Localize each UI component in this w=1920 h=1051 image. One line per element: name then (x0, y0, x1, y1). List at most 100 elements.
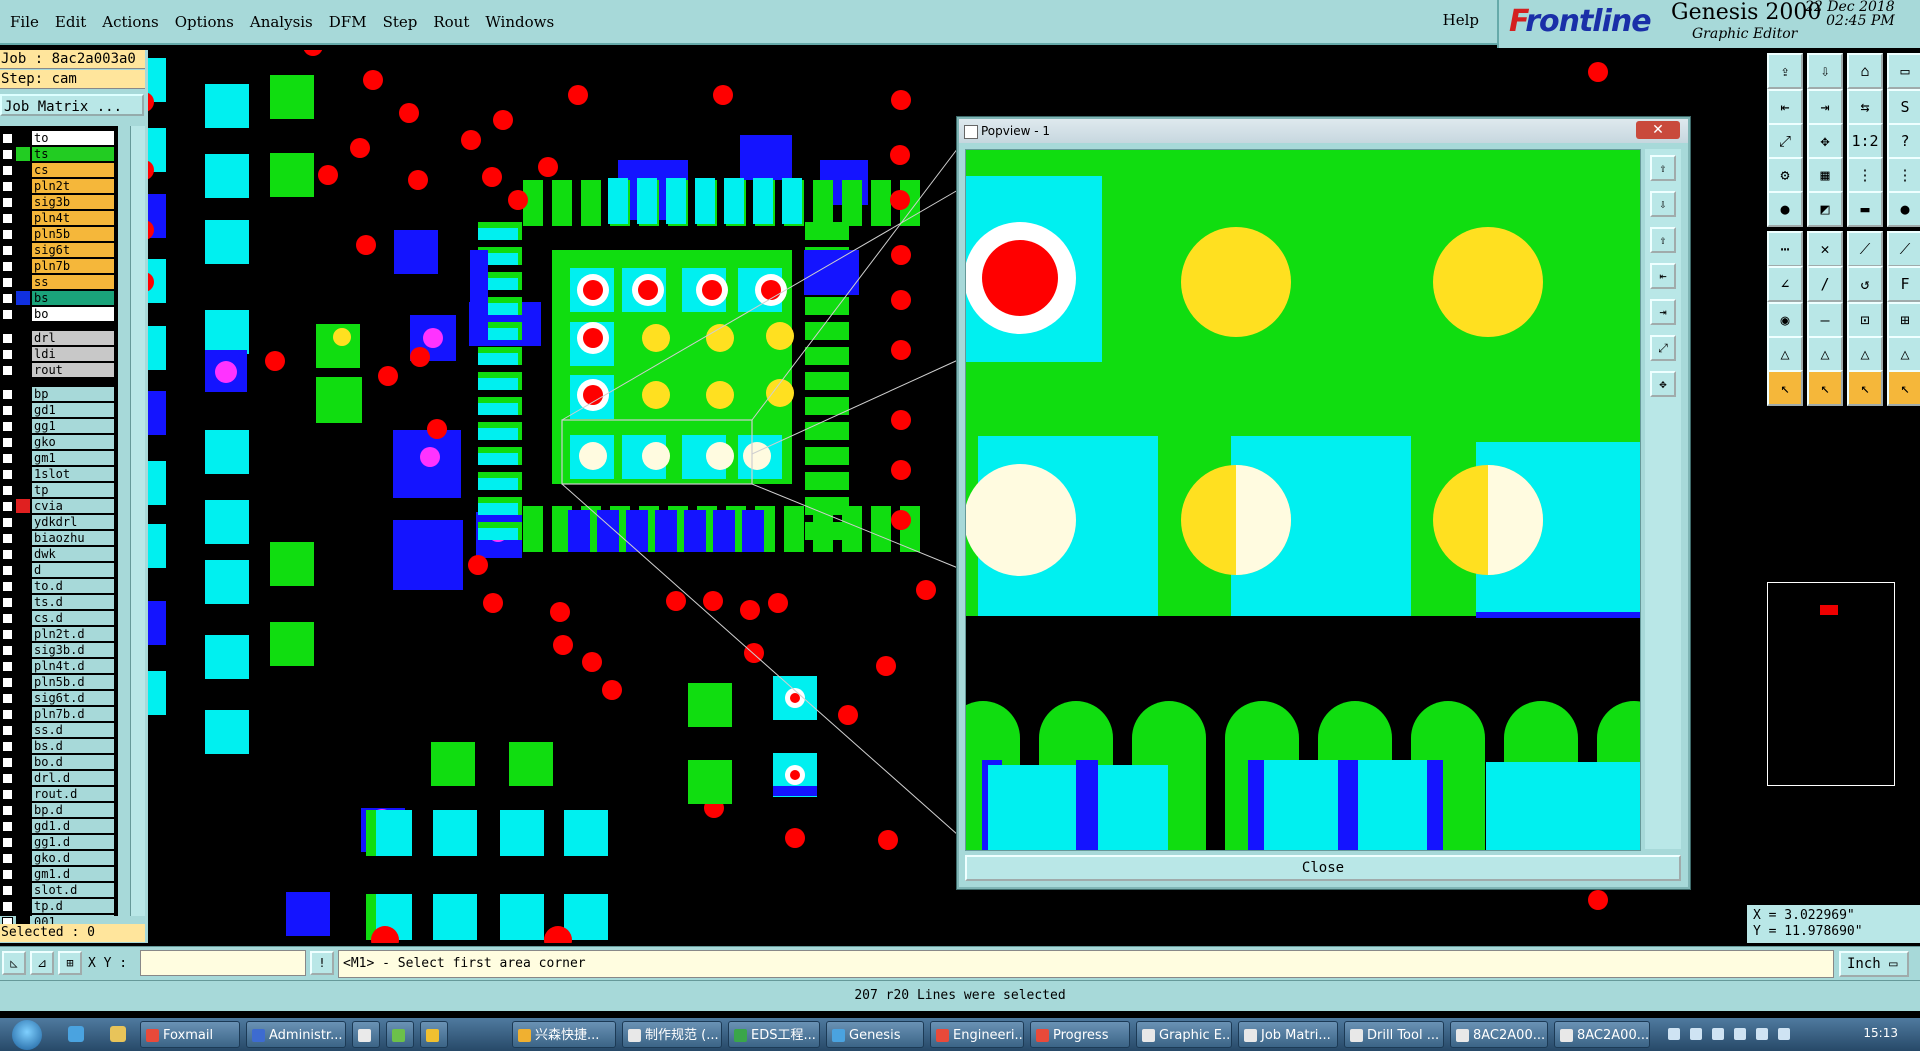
layer-row[interactable]: pln7b.d (0, 706, 118, 722)
layer-checkbox[interactable] (2, 333, 13, 344)
layer-name[interactable]: gko.d (32, 851, 114, 865)
taskbar-item[interactable]: Progress (1030, 1021, 1130, 1048)
layer-name[interactable]: rout.d (32, 787, 114, 801)
layer-name[interactable]: slot.d (32, 883, 114, 897)
layer-row[interactable]: rout.d (0, 786, 118, 802)
layer-name[interactable]: pln5b.d (32, 675, 114, 689)
layer-checkbox[interactable] (2, 741, 13, 752)
group-icon[interactable]: ⊞ (1887, 302, 1920, 338)
layer-name[interactable]: bs (32, 291, 114, 305)
layer-name[interactable]: biaozhu (32, 531, 114, 545)
s-curve-icon[interactable]: S (1887, 89, 1920, 125)
swap-icon[interactable]: ⇆ (1847, 89, 1883, 125)
layer-checkbox[interactable] (2, 165, 13, 176)
layer-checkbox[interactable] (2, 581, 13, 592)
layer-row[interactable]: cs.d (0, 610, 118, 626)
pan-left-icon[interactable]: ⇤ (1767, 89, 1803, 125)
layer-checkbox[interactable] (2, 821, 13, 832)
cross-icon[interactable]: ✕ (1807, 231, 1843, 267)
triangle-c-icon[interactable]: △ (1847, 336, 1883, 372)
layer-row[interactable]: ts (0, 146, 118, 162)
layer-row[interactable]: sig6t (0, 242, 118, 258)
layer-checkbox[interactable] (2, 773, 13, 784)
measure-icon[interactable]: ⊿ (30, 951, 54, 975)
zoom-fit-icon[interactable]: ⤢ (1650, 335, 1676, 361)
layer-color-swatch[interactable] (16, 307, 30, 321)
layer-row[interactable]: biaozhu (0, 530, 118, 546)
layer-checkbox[interactable] (2, 293, 13, 304)
xy-input[interactable] (140, 950, 306, 976)
layer-checkbox[interactable] (2, 853, 13, 864)
layer-checkbox[interactable] (2, 181, 13, 192)
taskbar-item[interactable]: Graphic E... (1136, 1021, 1232, 1048)
layer-name[interactable]: gko (32, 435, 114, 449)
layer-name[interactable]: gd1.d (32, 819, 114, 833)
layer-list-scrollbar[interactable] (130, 126, 145, 916)
menu-step[interactable]: Step (381, 11, 420, 33)
layer-name[interactable]: cs.d (32, 611, 114, 625)
layer-row[interactable]: pln7b (0, 258, 118, 274)
layer-name[interactable]: bo.d (32, 755, 114, 769)
taskbar-item[interactable]: 制作规范 (... (622, 1021, 722, 1048)
layer-color-swatch[interactable] (16, 291, 30, 305)
layer-checkbox[interactable] (2, 421, 13, 432)
layer-name[interactable]: bp.d (32, 803, 114, 817)
menu-actions[interactable]: Actions (100, 11, 160, 33)
layer-checkbox[interactable] (2, 629, 13, 640)
layer-checkbox[interactable] (2, 549, 13, 560)
layer-checkbox[interactable] (2, 149, 13, 160)
layer-checkbox[interactable] (2, 565, 13, 576)
zoom-out-icon[interactable]: ⇧ (1650, 227, 1676, 253)
layer-row[interactable]: gd1 (0, 402, 118, 418)
layer-color-swatch[interactable] (16, 883, 30, 897)
layer-row[interactable]: to (0, 130, 118, 146)
layer-checkbox[interactable] (2, 661, 13, 672)
layer-row[interactable]: drl.d (0, 770, 118, 786)
layer-checkbox[interactable] (2, 501, 13, 512)
box-icon[interactable]: ⊡ (1847, 302, 1883, 338)
layer-row[interactable]: slot.d (0, 882, 118, 898)
home-icon[interactable]: ⌂ (1847, 53, 1883, 89)
window-icon[interactable]: ▭ (1887, 53, 1920, 89)
layer-name[interactable]: drl (32, 331, 114, 345)
layer-name[interactable]: dwk (32, 547, 114, 561)
help-icon[interactable]: ? (1887, 123, 1920, 159)
layer-row[interactable]: ydkdrl (0, 514, 118, 530)
layer-checkbox[interactable] (2, 309, 13, 320)
layer-row[interactable]: gg1.d (0, 834, 118, 850)
layer-checkbox[interactable] (2, 261, 13, 272)
layer-color-swatch[interactable] (16, 787, 30, 801)
layer-row[interactable]: bp (0, 386, 118, 402)
taskbar-item[interactable]: Job Matri... (1238, 1021, 1338, 1048)
layer-name[interactable]: gg1 (32, 419, 114, 433)
slash-icon[interactable]: / (1807, 266, 1843, 302)
layer-row[interactable]: pln2t (0, 178, 118, 194)
layer-color-swatch[interactable] (16, 499, 30, 513)
layer-color-swatch[interactable] (16, 451, 30, 465)
layer-checkbox[interactable] (2, 645, 13, 656)
menu-help[interactable]: Help (1443, 11, 1479, 29)
layer-row[interactable]: gko.d (0, 850, 118, 866)
connect-icon[interactable]: ⋯ (1767, 231, 1803, 267)
layer-color-swatch[interactable] (16, 403, 30, 417)
layer-color-swatch[interactable] (16, 435, 30, 449)
layer-color-swatch[interactable] (16, 163, 30, 177)
layer-color-swatch[interactable] (16, 483, 30, 497)
layer-color-swatch[interactable] (16, 547, 30, 561)
tray-help-icon[interactable] (1690, 1028, 1702, 1040)
layer-color-swatch[interactable] (16, 723, 30, 737)
layer-checkbox[interactable] (2, 213, 13, 224)
layer-name[interactable]: bs.d (32, 739, 114, 753)
layer-name[interactable]: cvia (32, 499, 114, 513)
layer-row[interactable]: d (0, 562, 118, 578)
menu-options[interactable]: Options (173, 11, 236, 33)
layer-row[interactable]: tp.d (0, 898, 118, 914)
triangle-b-icon[interactable]: △ (1807, 336, 1843, 372)
dash-icon[interactable]: ― (1807, 302, 1843, 338)
rotate-icon[interactable]: ↺ (1847, 266, 1883, 302)
layer-color-swatch[interactable] (16, 771, 30, 785)
layer-checkbox[interactable] (2, 437, 13, 448)
tray-shield-icon[interactable] (1756, 1028, 1768, 1040)
layer-color-swatch[interactable] (16, 515, 30, 529)
ie-icon[interactable] (68, 1026, 84, 1042)
